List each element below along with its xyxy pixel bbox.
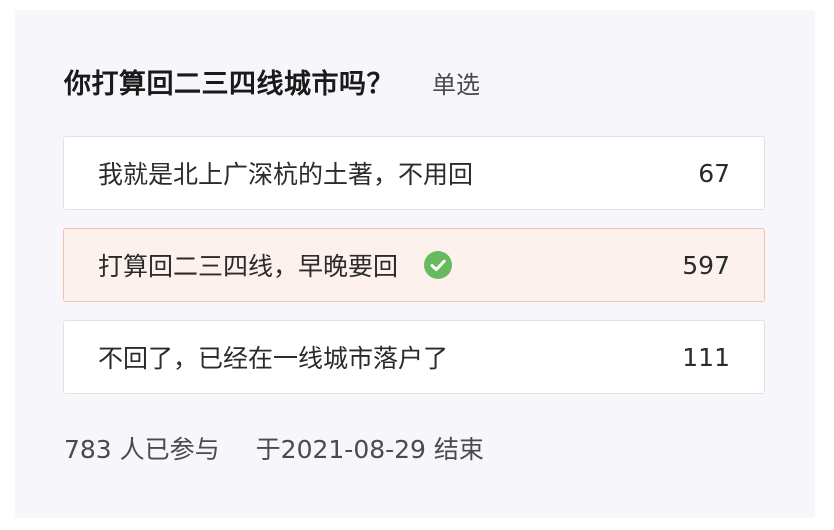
poll-option-label: 我就是北上广深杭的土著，不用回 xyxy=(98,160,474,189)
poll-option-1[interactable]: 我就是北上广深杭的土著，不用回 67 xyxy=(63,136,765,210)
poll-option-count: 597 xyxy=(682,250,730,280)
end-date: 于2021-08-29 结束 xyxy=(255,435,484,464)
poll-option-label: 打算回二三四线，早晚要回 xyxy=(98,252,399,281)
poll-option-count: 67 xyxy=(698,158,730,188)
poll-option-label: 不回了，已经在一线城市落户了 xyxy=(98,344,449,373)
poll-footer: 783 人已参与 于2021-08-29 结束 xyxy=(64,430,484,466)
poll-header: 你打算回二三四线城市吗？ 单选 xyxy=(64,62,480,101)
poll-option-3[interactable]: 不回了，已经在一线城市落户了 111 xyxy=(63,320,765,394)
poll-type-label: 单选 xyxy=(432,71,480,99)
participant-count: 783 人已参与 xyxy=(64,435,220,464)
poll-question: 你打算回二三四线城市吗？ xyxy=(64,69,394,100)
check-circle-icon xyxy=(424,251,453,279)
poll-option-label-wrap: 打算回二三四线，早晚要回 xyxy=(98,229,453,301)
poll-option-count: 111 xyxy=(682,342,730,372)
poll-option-2[interactable]: 打算回二三四线，早晚要回 597 xyxy=(63,228,765,302)
poll-card: 你打算回二三四线城市吗？ 单选 我就是北上广深杭的土著，不用回 67 打算回二三… xyxy=(15,10,815,518)
